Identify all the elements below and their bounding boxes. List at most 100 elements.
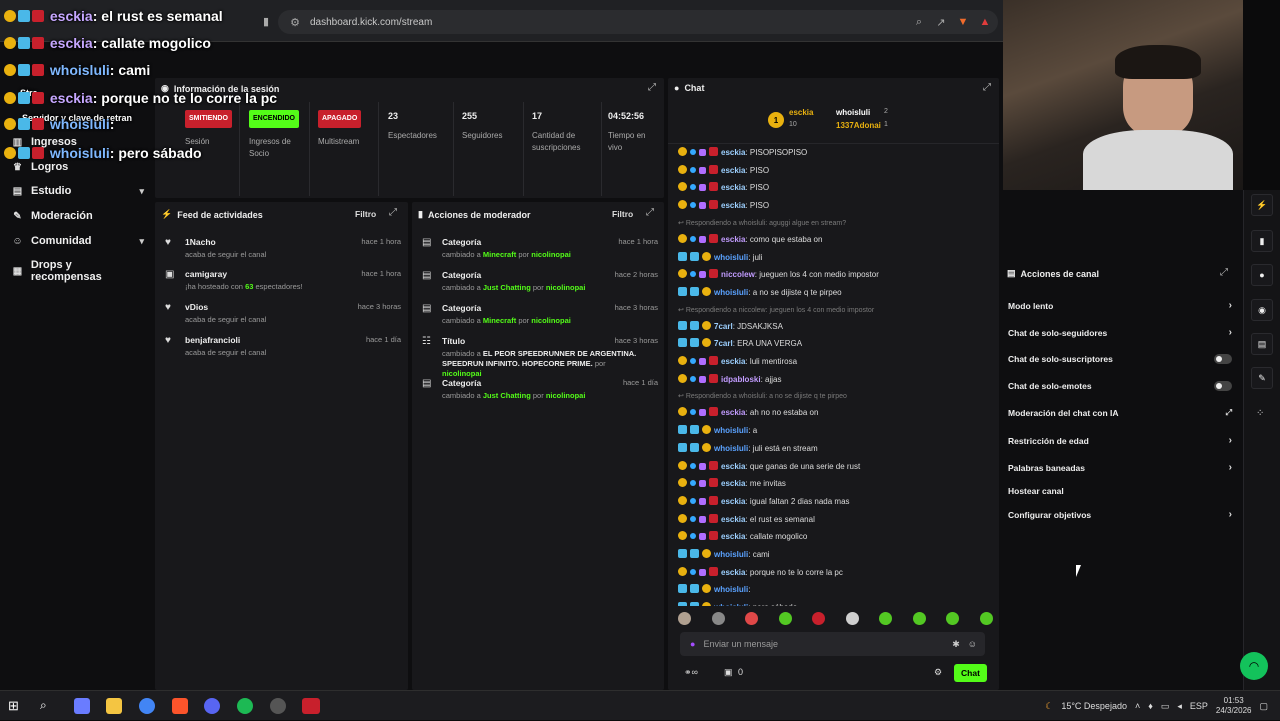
toggle-switch[interactable] xyxy=(1214,381,1232,391)
chat-username[interactable]: esckia xyxy=(721,235,745,244)
chat-username[interactable]: whoisluli xyxy=(714,426,748,435)
emote-icon[interactable] xyxy=(778,612,792,625)
chat-username[interactable]: esckia xyxy=(721,515,745,524)
discord-icon[interactable] xyxy=(204,698,220,714)
site-settings-icon[interactable]: ⚙ xyxy=(288,15,302,29)
app-icon[interactable] xyxy=(302,698,320,714)
volume-icon[interactable]: ◂ xyxy=(1177,701,1182,712)
wrench-icon[interactable]: ✎ xyxy=(1251,367,1273,389)
sidebar-item-estudio[interactable]: ▤ Estudio ▾ xyxy=(12,185,144,197)
emoji-icon[interactable]: ☺ xyxy=(968,639,977,649)
infinity-icon[interactable]: ⚭∞ xyxy=(684,667,698,678)
notification-icon[interactable]: ▢ xyxy=(1259,701,1268,712)
network-icon[interactable]: ▭ xyxy=(1161,701,1170,712)
chat-username[interactable]: esckia xyxy=(721,357,745,366)
leader-user[interactable]: 1337Adonai xyxy=(836,121,881,130)
chat-username[interactable]: esckia xyxy=(721,532,745,541)
emote-icon[interactable] xyxy=(745,612,759,625)
chat-username[interactable]: esckia xyxy=(721,497,745,506)
people-icon[interactable]: ⁘ xyxy=(1256,408,1264,419)
sidebar-item-drops[interactable]: ▦ Drops y recompensas xyxy=(12,259,144,283)
copilot-icon[interactable] xyxy=(74,698,90,714)
expand-icon[interactable]: ⤢ xyxy=(983,82,991,93)
chat-username[interactable]: niccolew xyxy=(721,270,755,279)
chat-username[interactable]: esckia xyxy=(721,568,745,577)
chat-username[interactable]: esckia xyxy=(721,201,745,210)
channel-action-item[interactable]: Configurar objetivos › xyxy=(1008,509,1232,520)
expand-icon[interactable]: ⤢ xyxy=(1220,267,1228,278)
windows-start-icon[interactable]: ⊞ xyxy=(8,698,24,714)
chat-username[interactable]: esckia xyxy=(721,148,745,157)
channel-action-item[interactable]: Chat de solo-suscriptores xyxy=(1008,354,1232,364)
lightning-icon[interactable]: ⚡ xyxy=(1251,194,1273,216)
chrome-icon[interactable] xyxy=(139,698,155,714)
chat-username[interactable]: whoisluli xyxy=(714,603,748,606)
chat-username[interactable]: esckia xyxy=(721,408,745,417)
chat-username[interactable]: whoisluli xyxy=(714,288,748,297)
chat-username[interactable]: esckia xyxy=(721,462,745,471)
address-bar[interactable]: ⚙ dashboard.kick.com/stream ⌕ ↗ ▼ ▲ xyxy=(278,10,998,34)
spotify-icon[interactable] xyxy=(237,698,253,714)
expand-icon[interactable]: ⤢ xyxy=(648,82,656,93)
emote-icon[interactable] xyxy=(812,612,826,625)
channel-action-item[interactable]: Chat de solo-emotes xyxy=(1008,381,1232,391)
channel-action-item[interactable]: Moderación del chat con IA ⤢ xyxy=(1008,408,1232,418)
emote-icon[interactable] xyxy=(845,612,859,625)
obs-icon[interactable] xyxy=(270,698,286,714)
sidebar-item-comunidad[interactable]: ☺ Comunidad ▾ xyxy=(12,235,144,247)
leader-user[interactable]: esckia xyxy=(789,108,813,117)
chevron-up-icon[interactable]: ˄ xyxy=(1135,701,1140,711)
channel-action-item[interactable]: Palabras baneadas › xyxy=(1008,462,1232,473)
chat-username[interactable]: esckia xyxy=(721,166,745,175)
share-icon[interactable]: ↗ xyxy=(934,15,948,29)
channel-action-item[interactable]: Restricción de edad › xyxy=(1008,435,1232,446)
emote-icon[interactable] xyxy=(979,612,993,625)
chat-send-button[interactable]: Chat xyxy=(954,664,987,682)
chat-bubble-icon[interactable]: ● xyxy=(1251,264,1273,286)
chat-input[interactable]: ● Enviar un mensaje ✱ ☺ xyxy=(680,632,985,656)
chat-username[interactable]: whoisluli xyxy=(714,550,748,559)
chat-username[interactable]: whoisluli xyxy=(714,253,748,262)
chat-username[interactable]: whoisluli xyxy=(714,585,748,594)
gif-icon[interactable]: ✱ xyxy=(952,639,960,650)
list-icon[interactable]: ▮ xyxy=(1251,230,1273,252)
leader-user[interactable]: whoisluli xyxy=(836,108,870,117)
chat-username[interactable]: esckia xyxy=(721,183,745,192)
chat-username[interactable]: whoisluli xyxy=(714,444,748,453)
zoom-icon[interactable]: ⌕ xyxy=(912,15,926,29)
emote-icon[interactable] xyxy=(946,612,960,625)
microphone-icon[interactable]: ♦ xyxy=(1148,701,1153,711)
sidebar-item-moderacion[interactable]: ✎ Moderación xyxy=(12,210,144,222)
expand-icon[interactable]: ⤢ xyxy=(646,207,654,218)
toggle-switch[interactable] xyxy=(1214,354,1232,364)
language-indicator[interactable]: ESP xyxy=(1190,701,1208,711)
filter-button[interactable]: Filtro xyxy=(612,209,633,219)
chat-username[interactable]: 7carl xyxy=(714,322,733,331)
brave-shield-icon[interactable]: ▼ xyxy=(956,15,970,29)
brave-rewards-icon[interactable]: ▲ xyxy=(978,15,992,29)
channel-icon[interactable]: ▤ xyxy=(1251,333,1273,355)
emote-icon[interactable] xyxy=(678,612,691,625)
channel-action-item[interactable]: Chat de solo-seguidores › xyxy=(1008,327,1232,338)
gift-icon[interactable]: ▣ xyxy=(724,667,733,678)
support-button[interactable]: ◠ xyxy=(1240,652,1268,680)
channel-action-item[interactable]: Modo lento › xyxy=(1008,300,1232,311)
broadcast-icon[interactable]: ◉ xyxy=(1251,299,1273,321)
clock[interactable]: 01:53 24/3/2026 xyxy=(1216,696,1252,716)
weather-text[interactable]: 15°C Despejado xyxy=(1061,701,1127,711)
chat-username[interactable]: esckia xyxy=(721,479,745,488)
channel-action-item[interactable]: Hostear canal xyxy=(1008,486,1232,496)
filter-button[interactable]: Filtro xyxy=(355,209,376,219)
sidebar-item-logros[interactable]: ♛ Logros xyxy=(12,161,144,173)
microphone-icon[interactable]: ● xyxy=(690,639,695,649)
folder-icon[interactable] xyxy=(106,698,122,714)
chat-username[interactable]: 7carl xyxy=(714,339,733,348)
emote-icon[interactable] xyxy=(711,612,725,625)
bookmark-icon[interactable]: ▮ xyxy=(259,14,273,28)
search-icon[interactable]: ⌕ xyxy=(40,698,56,714)
chat-username[interactable]: idpabloski xyxy=(721,375,761,384)
emote-icon[interactable] xyxy=(912,612,926,625)
gear-icon[interactable]: ⚙ xyxy=(934,667,942,678)
emote-icon[interactable] xyxy=(879,612,893,625)
expand-icon[interactable]: ⤢ xyxy=(389,207,397,218)
